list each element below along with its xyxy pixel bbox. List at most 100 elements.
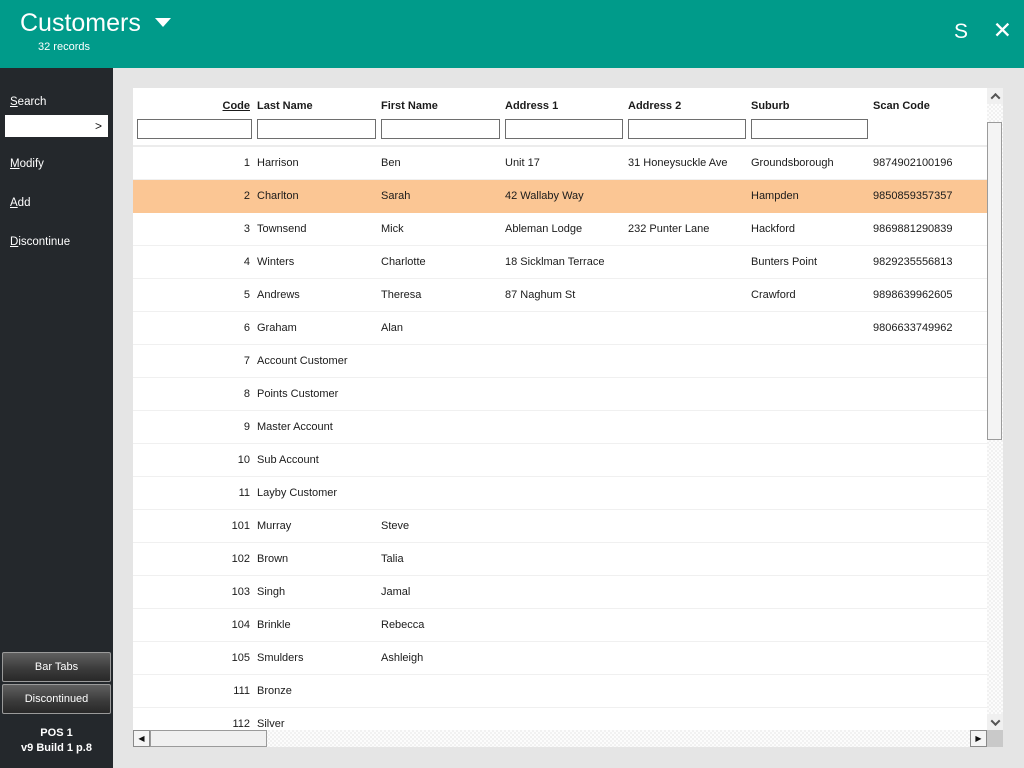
- close-button[interactable]: ✕: [993, 17, 1012, 44]
- filter-cell-suburb: [751, 119, 868, 139]
- chevron-down-icon: [990, 715, 1000, 726]
- horizontal-scroll-thumb[interactable]: [150, 730, 267, 747]
- table-row[interactable]: 2 Charlton Sarah 42 Wallaby Way Hampden 98508…: [133, 180, 987, 213]
- filter-input-address-2[interactable]: [628, 119, 746, 139]
- table-row[interactable]: 103 Singh Jamal: [133, 576, 987, 609]
- table-row[interactable]: 101 Murray Steve: [133, 510, 987, 543]
- settings-button[interactable]: S: [954, 20, 968, 44]
- column-header-address-1[interactable]: Address 1: [505, 100, 623, 116]
- search-go-button[interactable]: >: [93, 119, 107, 133]
- cell-code: 112: [232, 718, 250, 730]
- table-row[interactable]: 10 Sub Account: [133, 444, 987, 477]
- cell-code: 102: [231, 553, 250, 565]
- cell-first-name: Ben: [381, 157, 401, 169]
- column-header-scan-code[interactable]: Scan Code: [873, 100, 987, 116]
- cell-address1: 87 Naghum St: [505, 289, 576, 301]
- table-row[interactable]: 104 Brinkle Rebecca: [133, 609, 987, 642]
- cell-code: 2: [243, 190, 250, 202]
- cell-code: 103: [231, 586, 250, 598]
- cell-last-name: Points Customer: [257, 388, 339, 400]
- cell-last-name: Graham: [257, 322, 297, 334]
- table-row[interactable]: 105 Smulders Ashleigh: [133, 642, 987, 675]
- table-row[interactable]: 5 Andrews Theresa 87 Naghum St Crawford 98986…: [133, 279, 987, 312]
- vertical-scroll-thumb[interactable]: [987, 122, 1002, 440]
- cell-code: 6: [243, 322, 250, 334]
- table-row[interactable]: 8 Points Customer: [133, 378, 987, 411]
- table-row[interactable]: 102 Brown Talia: [133, 543, 987, 576]
- filter-input-address-1[interactable]: [505, 119, 623, 139]
- cell-code: 7: [243, 355, 250, 367]
- scroll-left-button[interactable]: ◀: [133, 730, 150, 747]
- cell-code: 1: [243, 157, 250, 169]
- scroll-up-button[interactable]: [987, 88, 1003, 104]
- cell-first-name: Ashleigh: [381, 652, 424, 664]
- column-header-last-name[interactable]: Last Name: [257, 100, 376, 116]
- vertical-scroll-track[interactable]: [987, 104, 1003, 714]
- cell-suburb: Hampden: [751, 190, 799, 202]
- column-header-first-name[interactable]: First Name: [381, 100, 500, 116]
- cell-code: 101: [231, 520, 250, 532]
- sidebar: Search > Modify Add Discontinue Bar Tabs Di…: [0, 68, 113, 768]
- scroll-right-button[interactable]: ▶: [970, 730, 987, 747]
- filter-cell-address-1: [505, 119, 623, 139]
- filter-cell-last-name: [257, 119, 376, 139]
- customer-table: Code Last Name First Name Address 1 Address …: [133, 88, 1003, 747]
- table-row[interactable]: 9 Master Account: [133, 411, 987, 444]
- table-row[interactable]: 111 Bronze: [133, 675, 987, 708]
- cell-first-name: Charlotte: [381, 256, 426, 268]
- filter-input-first-name[interactable]: [381, 119, 500, 139]
- cell-scan-code: 9874902100196: [873, 157, 953, 169]
- table-row[interactable]: 112 Silver: [133, 708, 987, 730]
- cell-last-name: Harrison: [257, 157, 299, 169]
- cell-first-name: Theresa: [381, 289, 422, 301]
- column-header-code[interactable]: Code: [137, 100, 252, 116]
- chevron-up-icon: [990, 92, 1000, 103]
- cell-first-name: Sarah: [381, 190, 411, 202]
- discontinued-button[interactable]: Discontinued: [2, 684, 111, 714]
- filter-input-code[interactable]: [137, 119, 252, 139]
- search-input[interactable]: [6, 117, 93, 135]
- horizontal-scroll-track[interactable]: [150, 730, 970, 747]
- cell-code: 3: [243, 223, 250, 235]
- vertical-scrollbar[interactable]: [987, 88, 1003, 730]
- horizontal-scrollbar[interactable]: ◀ ▶: [133, 730, 1003, 747]
- cell-address1: 18 Sicklman Terrace: [505, 256, 605, 268]
- station-name: POS 1: [40, 727, 73, 739]
- cell-first-name: Rebecca: [381, 619, 425, 631]
- column-header-suburb[interactable]: Suburb: [751, 100, 868, 116]
- cell-first-name: Steve: [381, 520, 410, 532]
- table-row[interactable]: 3 Townsend Mick Ableman Lodge 232 Punter Lan…: [133, 213, 987, 246]
- cell-address2: 31 Honeysuckle Ave: [628, 157, 728, 169]
- sidebar-item-discontinue[interactable]: Discontinue: [10, 236, 113, 248]
- filter-input-suburb[interactable]: [751, 119, 868, 139]
- table-row[interactable]: 11 Layby Customer: [133, 477, 987, 510]
- bar-tabs-button[interactable]: Bar Tabs: [2, 652, 111, 682]
- cell-scan-code: 9806633749962: [873, 322, 953, 334]
- cell-first-name: Jamal: [381, 586, 411, 598]
- cell-last-name: Winters: [257, 256, 295, 268]
- table-row[interactable]: 4 Winters Charlotte 18 Sicklman Terrace Bunt…: [133, 246, 987, 279]
- sidebar-item-modify[interactable]: Modify: [10, 158, 113, 170]
- record-count: 32 records: [38, 41, 90, 53]
- cell-last-name: Master Account: [257, 421, 333, 433]
- table-panel: Code Last Name First Name Address 1 Address …: [133, 88, 987, 730]
- cell-last-name: Charlton: [257, 190, 299, 202]
- column-header-address-2[interactable]: Address 2: [628, 100, 746, 116]
- page-title[interactable]: Customers: [20, 9, 141, 38]
- cell-suburb: Bunters Point: [751, 256, 818, 268]
- cell-last-name: Townsend: [257, 223, 307, 235]
- cell-last-name: Silver: [257, 718, 285, 730]
- table-row[interactable]: 1 Harrison Ben Unit 17 31 Honeysuckle Ave Gro…: [133, 147, 987, 180]
- cell-last-name: Sub Account: [257, 454, 319, 466]
- table-row[interactable]: 6 Graham Alan 9806633749962: [133, 312, 987, 345]
- table-row[interactable]: 7 Account Customer: [133, 345, 987, 378]
- scroll-down-button[interactable]: [987, 714, 1003, 730]
- cell-code: 10: [237, 454, 250, 466]
- dropdown-caret-icon[interactable]: [154, 18, 171, 27]
- app-header: Customers 32 records S ✕: [0, 0, 1024, 68]
- filter-input-last-name[interactable]: [257, 119, 376, 139]
- cell-code: 9: [243, 421, 250, 433]
- sidebar-item-add[interactable]: Add: [10, 197, 113, 209]
- filter-cell-first-name: [381, 119, 500, 139]
- cell-code: 8: [243, 388, 250, 400]
